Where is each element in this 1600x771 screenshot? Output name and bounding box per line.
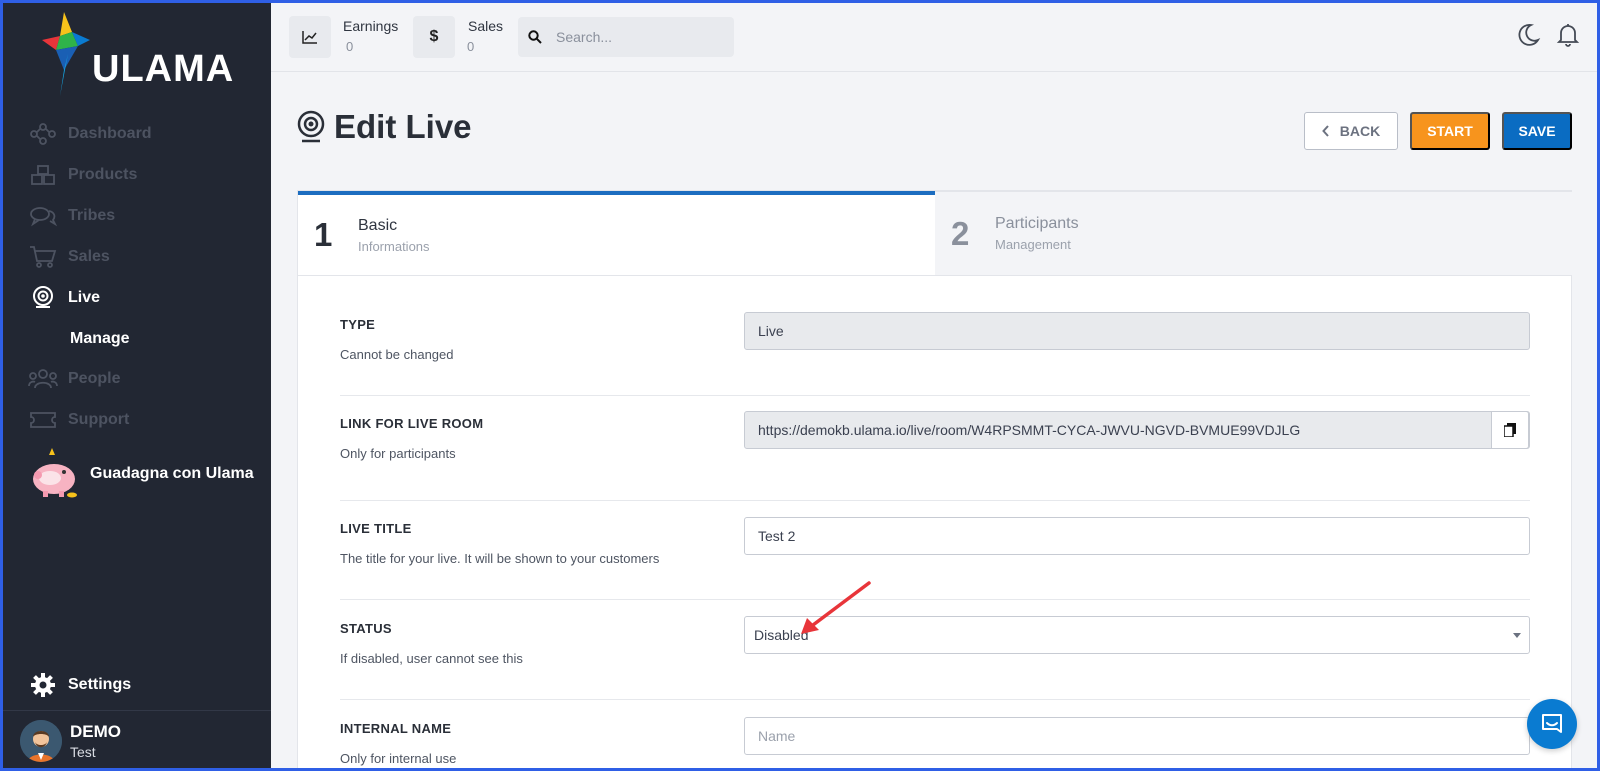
webcam-icon — [297, 110, 325, 143]
type-field: Live — [744, 312, 1530, 350]
step-basic[interactable]: 1 Basic Informations — [298, 191, 935, 275]
sidebar-item-label: Live — [68, 289, 101, 306]
page-header: Edit Live — [296, 108, 472, 146]
brand-logo[interactable]: ULAMA — [34, 10, 244, 100]
divider — [340, 699, 1530, 700]
bird-logo-icon — [42, 12, 90, 96]
sidebar-item-dashboard[interactable]: Dashboard — [0, 114, 271, 154]
brand-name: ULAMA — [92, 48, 235, 90]
avatar — [20, 720, 62, 762]
sales-value: 0 — [467, 39, 475, 54]
sidebar-item-products[interactable]: Products — [0, 155, 271, 195]
internal-name-field[interactable] — [744, 717, 1530, 755]
network-icon — [28, 119, 58, 149]
step-number: 1 — [314, 216, 333, 253]
chat-widget-button[interactable] — [1527, 699, 1577, 749]
topbar: Earnings 0 $ Sales 0 — [271, 0, 1600, 72]
user-name: DEMO — [70, 722, 121, 741]
sidebar-item-settings[interactable]: Settings — [28, 670, 131, 700]
back-label: BACK — [1339, 123, 1381, 139]
divider — [340, 395, 1530, 396]
caret-down-icon — [1513, 633, 1521, 638]
chat-icon — [28, 201, 58, 231]
step-subtitle: Management — [995, 237, 1071, 252]
start-button[interactable]: START — [1410, 112, 1490, 150]
divider — [340, 500, 1530, 501]
user-role: Test — [70, 744, 96, 760]
live-title-input[interactable] — [758, 528, 1529, 544]
cart-icon — [28, 242, 58, 272]
live-room-link-field[interactable]: https://demokb.ulama.io/live/room/W4RPSM… — [744, 411, 1530, 449]
step-title: Basic — [358, 216, 398, 234]
live-room-link-value: https://demokb.ulama.io/live/room/W4RPSM… — [758, 422, 1301, 438]
live-title-field[interactable] — [744, 517, 1530, 555]
sidebar-item-label: Tribes — [68, 207, 116, 224]
back-button[interactable]: BACK — [1304, 112, 1398, 150]
wizard-steps: 1 Basic Informations 2 Participants Mana… — [298, 191, 1572, 276]
webcam-icon — [28, 283, 58, 313]
chat-icon — [1542, 714, 1562, 733]
gear-icon — [28, 670, 58, 700]
sales-label: Sales — [468, 18, 504, 34]
save-button[interactable]: SAVE — [1502, 112, 1572, 150]
notifications-button[interactable] — [1553, 20, 1583, 50]
sidebar-item-label: Products — [68, 166, 138, 183]
annotation-arrow-icon — [801, 581, 871, 634]
sidebar-item-label: Support — [68, 411, 130, 428]
promo-link[interactable]: Guadagna con Ulama — [28, 448, 254, 500]
earnings-label: Earnings — [343, 18, 399, 34]
sidebar-item-people[interactable]: People — [0, 359, 271, 399]
sidebar-item-label: People — [68, 370, 121, 387]
earnings-value: 0 — [346, 39, 354, 54]
search-icon — [528, 30, 542, 44]
copy-link-button[interactable] — [1491, 411, 1529, 449]
moon-icon — [1518, 24, 1541, 46]
bell-icon — [1556, 24, 1580, 47]
ticket-icon — [28, 405, 58, 435]
people-icon — [28, 364, 58, 394]
dark-mode-toggle[interactable] — [1513, 20, 1543, 50]
search-box[interactable] — [518, 17, 734, 57]
divider — [340, 599, 1530, 600]
settings-label: Settings — [68, 676, 132, 693]
sidebar-item-label: Sales — [68, 248, 110, 265]
type-value: Live — [758, 323, 784, 339]
sidebar-item-live[interactable]: Live — [0, 278, 271, 318]
search-input[interactable] — [556, 29, 716, 45]
edit-live-card: 1 Basic Informations 2 Participants Mana… — [297, 190, 1572, 771]
boxes-icon — [28, 160, 58, 190]
sidebar-subitem-manage[interactable]: Manage — [70, 330, 130, 348]
step-subtitle: Informations — [358, 238, 430, 254]
piggy-bank-icon — [33, 448, 77, 498]
sidebar-item-sales[interactable]: Sales — [0, 237, 271, 277]
sidebar-item-support[interactable]: Support — [0, 400, 271, 440]
sidebar: ULAMA Dashboard Products Tribes Sales Li… — [0, 0, 271, 771]
chart-line-icon[interactable] — [289, 16, 331, 58]
step-number: 2 — [951, 214, 970, 252]
internal-name-input[interactable] — [758, 728, 1529, 744]
page-title: Edit Live — [334, 108, 472, 145]
user-profile[interactable]: DEMO Test — [20, 720, 121, 762]
sidebar-item-label: Dashboard — [68, 125, 152, 142]
dollar-icon[interactable]: $ — [413, 16, 455, 58]
chevron-left-icon — [1321, 125, 1330, 137]
step-title: Participants — [995, 215, 1079, 232]
divider — [3, 710, 271, 711]
copy-icon — [1504, 423, 1516, 437]
sidebar-item-tribes[interactable]: Tribes — [0, 196, 271, 236]
promo-label: Guadagna con Ulama — [90, 465, 254, 482]
step-participants[interactable]: 2 Participants Management — [935, 191, 1572, 275]
